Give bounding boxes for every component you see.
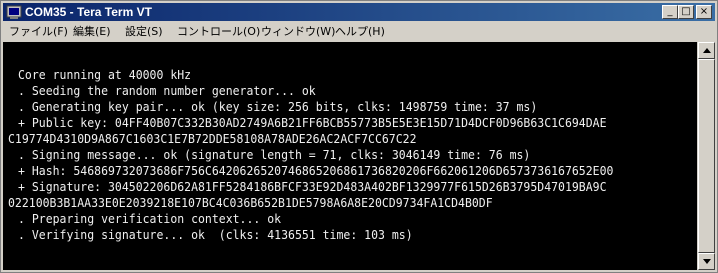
terminal-line: Core running at 40000 kHz: [18, 67, 192, 82]
menu-control[interactable]: コントロール(O): [177, 24, 260, 39]
terminal-line: . Verifying signature... ok (clks: 41365…: [18, 227, 413, 242]
minimize-icon: _: [667, 6, 673, 17]
minimize-button[interactable]: _: [662, 5, 678, 19]
terminal-app-icon: [6, 4, 22, 20]
terminal-output[interactable]: Core running at 40000 kHz . Seeding the …: [3, 42, 697, 270]
terminal-line: . Preparing verification context... ok: [18, 211, 282, 226]
vertical-scrollbar[interactable]: [698, 42, 715, 270]
terminal-line: . Seeding the random number generator...…: [18, 83, 316, 98]
terminal-line: . Generating key pair... ok (key size: 2…: [18, 99, 538, 114]
maximize-button[interactable]: □: [678, 5, 694, 19]
menu-window[interactable]: ウィンドウ(W): [261, 24, 335, 39]
scroll-thumb[interactable]: [698, 59, 715, 253]
scroll-up-button[interactable]: [698, 42, 715, 59]
maximize-icon: □: [681, 6, 691, 17]
terminal-line: 022100B3B1AA33E0E2039218E107BC4C036B652B…: [8, 195, 493, 210]
menu-edit[interactable]: 編集(E): [73, 24, 111, 39]
menu-file[interactable]: ファイル(F): [9, 24, 68, 39]
title-bar[interactable]: COM35 - Tera Term VT _ □ ×: [3, 3, 715, 21]
arrow-down-icon: [703, 259, 711, 264]
terminal-line: + Signature: 304502206D62A81FF5284186BFC…: [18, 179, 607, 194]
terminal-line: C19774D4310D9A867C1603C1E7B72DDE58108A78…: [8, 131, 417, 146]
menu-bar: ファイル(F) 編集(E) 設定(S) コントロール(O) ウィンドウ(W) ヘ…: [3, 22, 715, 41]
scroll-down-button[interactable]: [698, 253, 715, 270]
menu-setup[interactable]: 設定(S): [125, 24, 163, 39]
teraterm-window: COM35 - Tera Term VT _ □ × ファイル(F) 編集(E)…: [0, 0, 718, 273]
menu-help[interactable]: ヘルプ(H): [335, 24, 385, 39]
terminal-line: + Public key: 04FF40B07C332B30AD2749A6B2…: [18, 115, 607, 130]
terminal-line: . Signing message... ok (signature lengt…: [18, 147, 531, 162]
window-title: COM35 - Tera Term VT: [25, 5, 152, 19]
arrow-up-icon: [703, 48, 711, 53]
close-icon: ×: [699, 6, 709, 17]
terminal-line: + Hash: 546869732073686F756C642062652074…: [18, 163, 614, 178]
close-button[interactable]: ×: [696, 5, 712, 19]
